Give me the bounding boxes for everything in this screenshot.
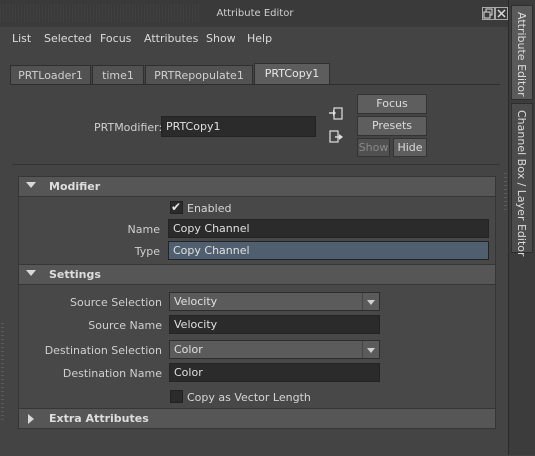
menu-selected[interactable]: Selected (44, 32, 92, 45)
expand-arrow-icon (28, 414, 34, 424)
node-type-label: PRTModifier: (94, 121, 163, 134)
menu-attributes[interactable]: Attributes (144, 32, 198, 45)
collapse-arrow-icon (26, 182, 36, 188)
arrow-out-icon (329, 130, 343, 143)
close-icon (497, 9, 506, 18)
hide-button[interactable]: Hide (393, 138, 427, 157)
collapse-arrow-icon (26, 270, 36, 276)
node-tabs: PRTLoader1 time1 PRTRepopulate1 PRTCopy1 (10, 63, 500, 85)
enabled-label: Enabled (187, 202, 232, 215)
extra-attributes-title: Extra Attributes (49, 412, 149, 425)
type-field[interactable]: Copy Channel (168, 241, 489, 260)
right-resize-grip[interactable] (504, 170, 507, 210)
close-window-button[interactable] (495, 7, 508, 20)
title-bar: Attribute Editor (0, 0, 508, 27)
type-label: Type (134, 245, 160, 258)
menu-help[interactable]: Help (247, 32, 272, 45)
window-title: Attribute Editor (216, 8, 294, 19)
settings-section-header[interactable]: Settings (18, 264, 496, 285)
destination-selection-value: Color (174, 343, 203, 356)
chevron-down-icon (362, 293, 379, 310)
channel-box-tab-label: Channel Box / Layer Editor (515, 110, 528, 257)
tab-prtloader1[interactable]: PRTLoader1 (10, 65, 91, 84)
node-name-field[interactable]: PRTCopy1 (161, 116, 316, 137)
tab-channel-box-layer-editor[interactable]: Channel Box / Layer Editor (511, 103, 533, 257)
settings-section-title: Settings (49, 268, 101, 281)
destination-selection-label: Destination Selection (44, 344, 162, 357)
destination-name-field[interactable]: Color (169, 363, 380, 382)
source-selection-dropdown[interactable]: Velocity (169, 292, 380, 311)
modifier-section-title: Modifier (49, 180, 101, 193)
vector-length-label: Copy as Vector Length (187, 391, 311, 404)
source-selection-value: Velocity (174, 295, 218, 308)
menu-focus[interactable]: Focus (100, 32, 131, 45)
modifier-section-header[interactable]: Modifier (18, 176, 496, 197)
show-button[interactable]: Show (357, 138, 390, 157)
chevron-down-icon (362, 341, 379, 358)
extra-attributes-section-header[interactable]: Extra Attributes (18, 408, 496, 429)
arrow-in-icon (329, 107, 343, 120)
name-label: Name (127, 223, 160, 236)
tab-prtrepopulate1[interactable]: PRTRepopulate1 (145, 65, 253, 84)
source-name-field[interactable]: Velocity (169, 315, 380, 334)
presets-button[interactable]: Presets (357, 116, 427, 136)
menu-show[interactable]: Show (206, 32, 236, 45)
tab-divider (10, 84, 500, 85)
title-bar-grip[interactable] (0, 4, 200, 23)
tab-time1[interactable]: time1 (92, 65, 144, 84)
tab-prtcopy1[interactable]: PRTCopy1 (254, 63, 330, 84)
menu-bar: List Selected Focus Attributes Show Help (0, 27, 508, 49)
menu-list[interactable]: List (12, 32, 31, 45)
tab-attribute-editor[interactable]: Attribute Editor (511, 5, 533, 100)
destination-selection-dropdown[interactable]: Color (169, 340, 380, 359)
focus-button[interactable]: Focus (357, 94, 427, 114)
output-connection-icon[interactable] (329, 130, 343, 144)
float-window-button[interactable] (482, 7, 495, 20)
name-field[interactable]: Copy Channel (168, 219, 489, 238)
float-icon (483, 8, 493, 19)
attribute-editor-tab-label: Attribute Editor (515, 12, 528, 97)
source-selection-label: Source Selection (70, 296, 162, 309)
enabled-checkbox[interactable] (170, 200, 183, 214)
destination-name-label: Destination Name (62, 367, 162, 380)
left-resize-grip[interactable] (1, 320, 4, 420)
vector-length-checkbox[interactable] (170, 390, 183, 403)
source-name-label: Source Name (88, 319, 162, 332)
input-connection-icon[interactable] (329, 107, 343, 121)
